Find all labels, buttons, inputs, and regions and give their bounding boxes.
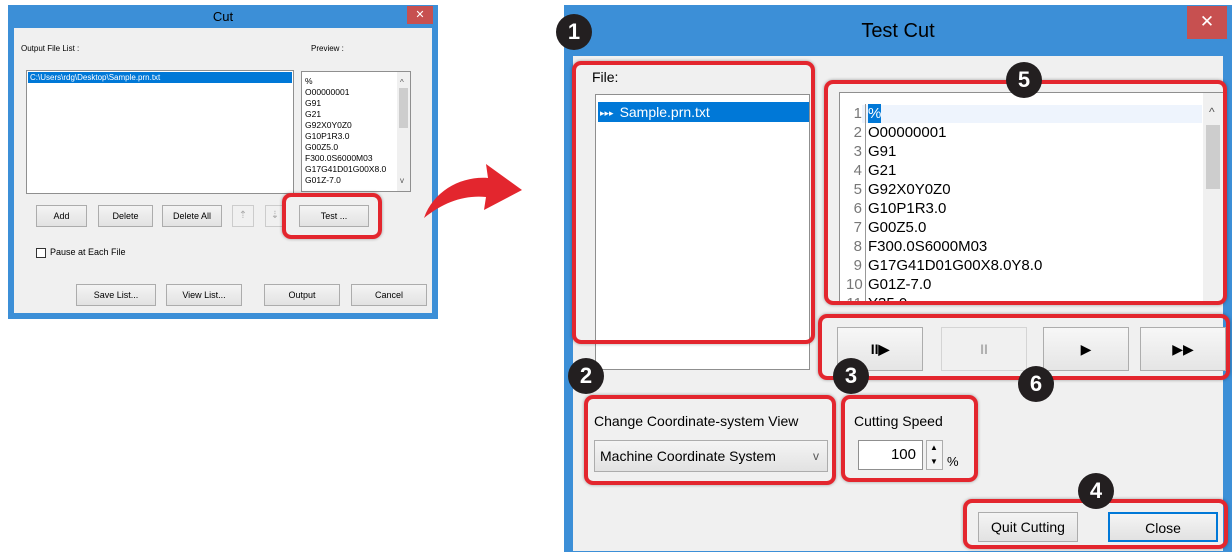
preview-scroll-up-icon[interactable]: ^ xyxy=(400,78,404,87)
preview-line: G00Z5.0 xyxy=(305,142,339,152)
preview-line: O00000001 xyxy=(305,87,350,97)
test-button-highlight xyxy=(282,193,382,239)
highlight-2-coord-system xyxy=(584,395,836,485)
preview-line: G92X0Y0Z0 xyxy=(305,120,352,130)
preview-line: G17G41D01G00X8.0 xyxy=(305,164,387,174)
cut-dialog-title: Cut xyxy=(212,9,234,24)
preview-line: G21 xyxy=(305,109,322,119)
preview-text: % O00000001 G91 G21 G92X0Y0Z0 G10P1R3.0 G00Z5.… xyxy=(305,76,386,186)
preview-line: G91 xyxy=(305,98,322,108)
badge-6: 6 xyxy=(1018,366,1054,402)
move-up-button[interactable]: ⇡ xyxy=(232,205,254,227)
pause-checkbox-label: Pause at Each File xyxy=(50,247,126,257)
cut-dialog: Cut ✕ Output File List : Preview : C:\Us… xyxy=(8,5,438,319)
preview-scroll-thumb[interactable] xyxy=(399,88,408,128)
cancel-button[interactable]: Cancel xyxy=(351,284,427,306)
highlight-1-file-list xyxy=(572,61,815,344)
preview-scrollbar[interactable]: ^ v xyxy=(397,72,410,191)
arrow-up-icon: ⇡ xyxy=(238,210,248,221)
delete-button[interactable]: Delete xyxy=(98,205,153,227)
badge-1: 1 xyxy=(556,14,592,50)
output-button[interactable]: Output xyxy=(264,284,340,306)
preview-scroll-down-icon[interactable]: v xyxy=(400,176,404,185)
highlight-3-cutting-speed xyxy=(841,395,978,482)
badge-4: 4 xyxy=(1078,473,1114,509)
preview-line: G01Z-7.0 xyxy=(305,175,341,185)
preview-line: G10P1R3.0 xyxy=(305,131,350,141)
cut-dialog-body: Output File List : Preview : C:\Users\rd… xyxy=(14,28,432,313)
save-list-button[interactable]: Save List... xyxy=(76,284,156,306)
pause-checkbox[interactable] xyxy=(36,248,46,258)
arrow-down-icon: ⇣ xyxy=(270,210,280,221)
add-button[interactable]: Add xyxy=(36,205,87,227)
preview-pane: % O00000001 G91 G21 G92X0Y0Z0 G10P1R3.0 G00Z5.… xyxy=(301,71,411,192)
delete-all-button[interactable]: Delete All xyxy=(162,205,222,227)
badge-5: 5 xyxy=(1006,62,1042,98)
cut-close-icon[interactable]: ✕ xyxy=(407,6,433,24)
preview-line: F300.0S6000M03 xyxy=(305,153,373,163)
badge-3: 3 xyxy=(833,358,869,394)
output-file-list-label: Output File List : xyxy=(21,44,80,53)
output-file-list[interactable]: C:\Users\rdg\Desktop\Sample.prn.txt xyxy=(26,70,294,194)
arrow-icon xyxy=(424,164,522,218)
preview-label: Preview : xyxy=(311,44,344,53)
preview-line: % xyxy=(305,76,313,86)
view-list-button[interactable]: View List... xyxy=(166,284,242,306)
badge-2: 2 xyxy=(568,358,604,394)
highlight-5-code-view xyxy=(824,80,1227,305)
test-cut-title: Test Cut xyxy=(861,20,935,42)
test-cut-close-icon[interactable]: ✕ xyxy=(1187,6,1227,39)
file-entry-selected[interactable]: C:\Users\rdg\Desktop\Sample.prn.txt xyxy=(28,72,292,83)
